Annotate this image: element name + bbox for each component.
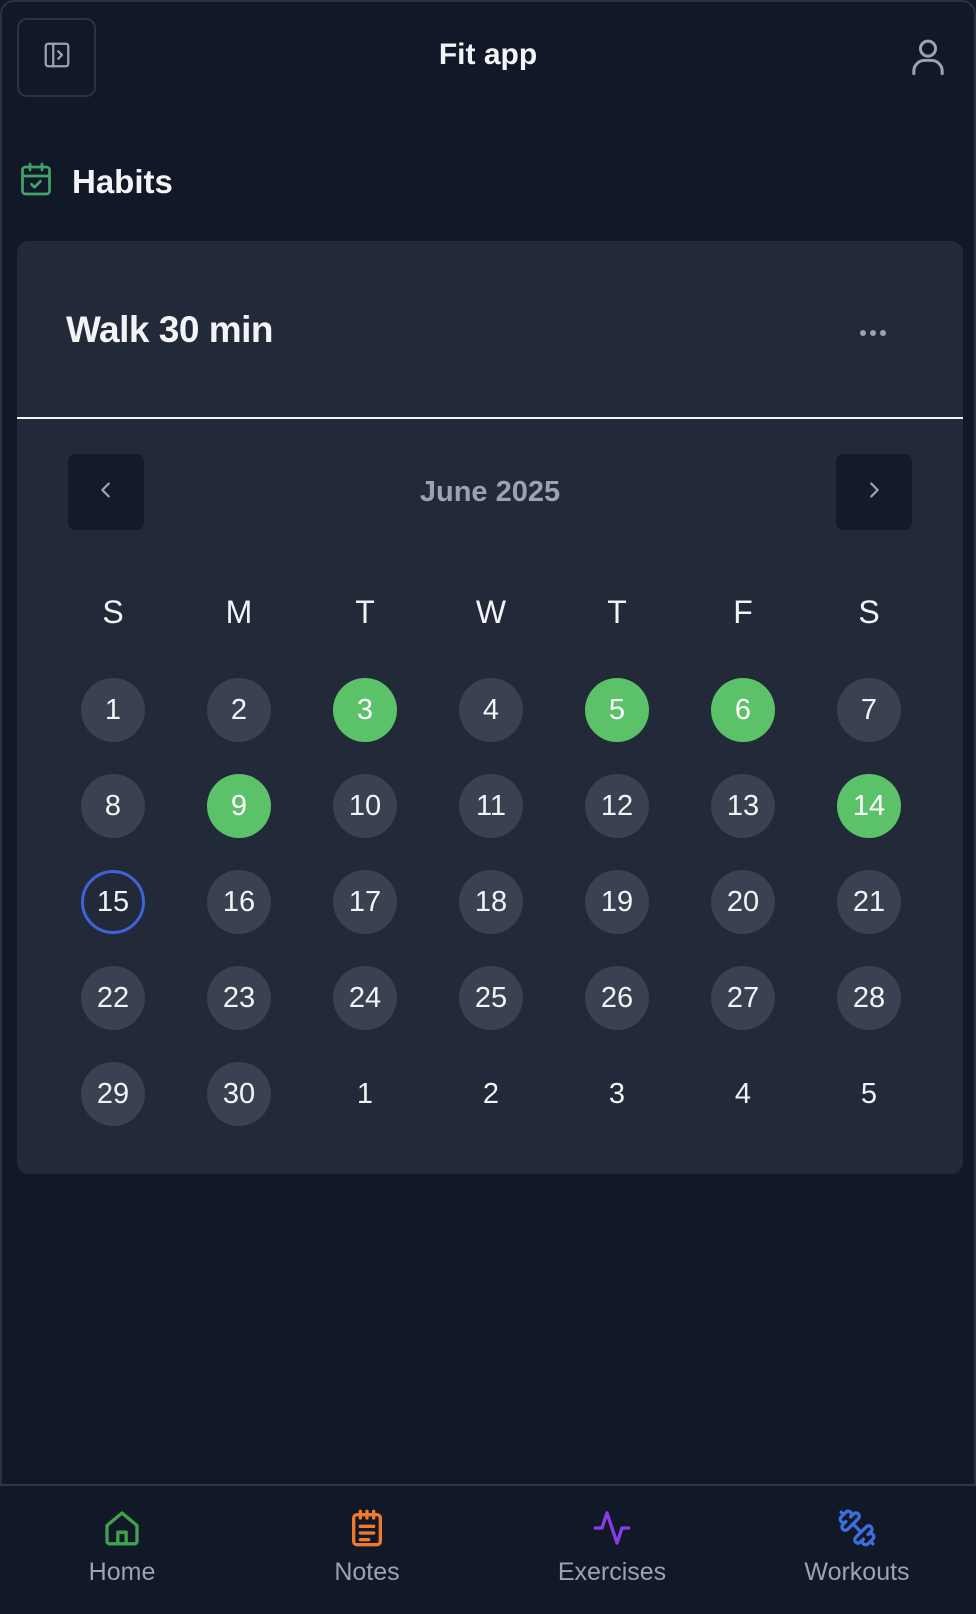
nav-label-home: Home xyxy=(88,1558,156,1586)
calendar-day[interactable]: 7 xyxy=(837,678,901,742)
calendar-day-next-month: 4 xyxy=(734,1077,752,1110)
habit-card: Walk 30 min June 2025 SMTWTFS 1234567891… xyxy=(17,241,963,1174)
calendar-day[interactable]: 24 xyxy=(333,966,397,1030)
nav-item-home[interactable]: Home xyxy=(22,1508,222,1587)
calendar-day-completed[interactable]: 5 xyxy=(585,678,649,742)
calendar-day[interactable]: 11 xyxy=(459,774,523,838)
nav-item-workouts[interactable]: Workouts xyxy=(757,1508,957,1587)
calendar-day[interactable]: 19 xyxy=(585,870,649,934)
calendar-day-next-month: 1 xyxy=(356,1077,374,1110)
calendar-day[interactable]: 18 xyxy=(459,870,523,934)
app-title: Fit app xyxy=(438,38,538,71)
calendar-day-next-month: 5 xyxy=(860,1077,878,1110)
calendar-day-completed[interactable]: 3 xyxy=(333,678,397,742)
calendar-day[interactable]: 13 xyxy=(711,774,775,838)
user-button[interactable] xyxy=(908,36,948,78)
section-title: Habits xyxy=(72,162,173,200)
home-icon xyxy=(22,1508,222,1548)
nav-item-exercises[interactable]: Exercises xyxy=(512,1508,712,1587)
activity-icon xyxy=(512,1508,712,1548)
calendar-day[interactable]: 8 xyxy=(81,774,145,838)
calendar-day[interactable]: 12 xyxy=(585,774,649,838)
calendar-day-completed[interactable]: 14 xyxy=(837,774,901,838)
bottom-navigation: Home Notes Exercises Workouts xyxy=(0,1484,976,1614)
habits-heading: Habits xyxy=(18,160,173,203)
nav-label-workouts: Workouts xyxy=(804,1558,910,1586)
calendar-day-completed[interactable]: 6 xyxy=(711,678,775,742)
dumbbell-icon xyxy=(757,1508,957,1548)
app-header: Fit app xyxy=(0,0,976,116)
calendar-day[interactable]: 23 xyxy=(207,966,271,1030)
calendar-day[interactable]: 26 xyxy=(585,966,649,1030)
calendar-day-next-month: 2 xyxy=(482,1077,500,1110)
nav-item-notes[interactable]: Notes xyxy=(267,1508,467,1587)
calendar-day[interactable]: 4 xyxy=(459,678,523,742)
calendar-day[interactable]: 25 xyxy=(459,966,523,1030)
calendar-grid: 1 2 3 4 5 6 7 8 9 10 11 12 13 14 15 16 17 18 19 20 21 22 23 24 2… xyxy=(17,241,963,1174)
calendar-day[interactable]: 28 xyxy=(837,966,901,1030)
calendar-day-next-month: 3 xyxy=(608,1077,626,1110)
calendar-day[interactable]: 1 xyxy=(81,678,145,742)
calendar-day[interactable]: 10 xyxy=(333,774,397,838)
calendar-day[interactable]: 16 xyxy=(207,870,271,934)
nav-label-notes: Notes xyxy=(334,1558,400,1586)
calendar-day[interactable]: 22 xyxy=(81,966,145,1030)
calendar-day[interactable]: 30 xyxy=(207,1062,271,1126)
calendar-day[interactable]: 20 xyxy=(711,870,775,934)
calendar-day-completed[interactable]: 9 xyxy=(207,774,271,838)
nav-label-exercises: Exercises xyxy=(557,1558,667,1586)
calendar-day[interactable]: 2 xyxy=(207,678,271,742)
calendar-day[interactable]: 17 xyxy=(333,870,397,934)
clipboard-icon xyxy=(267,1508,467,1548)
calendar-day[interactable]: 29 xyxy=(81,1062,145,1126)
calendar-day[interactable]: 27 xyxy=(711,966,775,1030)
calendar-day[interactable]: 21 xyxy=(837,870,901,934)
calendar-check-icon xyxy=(18,160,54,203)
calendar-day-today[interactable]: 15 xyxy=(81,870,145,934)
user-icon xyxy=(908,39,948,82)
